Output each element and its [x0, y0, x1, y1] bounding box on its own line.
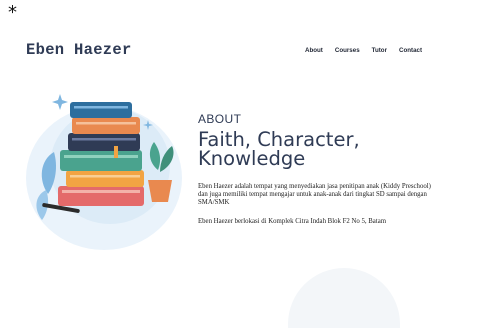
- book-6: [70, 102, 132, 118]
- main-nav: About Courses Tutor Contact: [305, 47, 422, 54]
- about-paragraph: Eben Haezer adalah tempat yang menyediak…: [198, 183, 431, 206]
- bookmark: [114, 146, 118, 158]
- book-3: [60, 150, 142, 171]
- plant-pot: [148, 180, 172, 202]
- nav-link-tutor[interactable]: Tutor: [372, 47, 387, 54]
- about-label: ABOUT: [198, 112, 242, 126]
- brand-logo[interactable]: Eben Haezer: [26, 41, 132, 59]
- location-paragraph: Eben Haezer berlokasi di Komplek Citra I…: [198, 218, 387, 225]
- page-headline: Faith, Character, Knowledge: [198, 128, 360, 170]
- book-5: [72, 117, 140, 134]
- sparkle-icon: [52, 94, 68, 110]
- book-2: [66, 170, 144, 187]
- book-1: [58, 186, 144, 206]
- books-illustration-icon: [26, 94, 182, 250]
- nav-link-about[interactable]: About: [305, 47, 323, 54]
- nav-link-courses[interactable]: Courses: [335, 47, 360, 54]
- nav-link-contact[interactable]: Contact: [399, 47, 422, 54]
- asterisk-icon: *: [8, 2, 17, 23]
- book-4: [68, 133, 140, 151]
- decorative-blob: [288, 268, 400, 328]
